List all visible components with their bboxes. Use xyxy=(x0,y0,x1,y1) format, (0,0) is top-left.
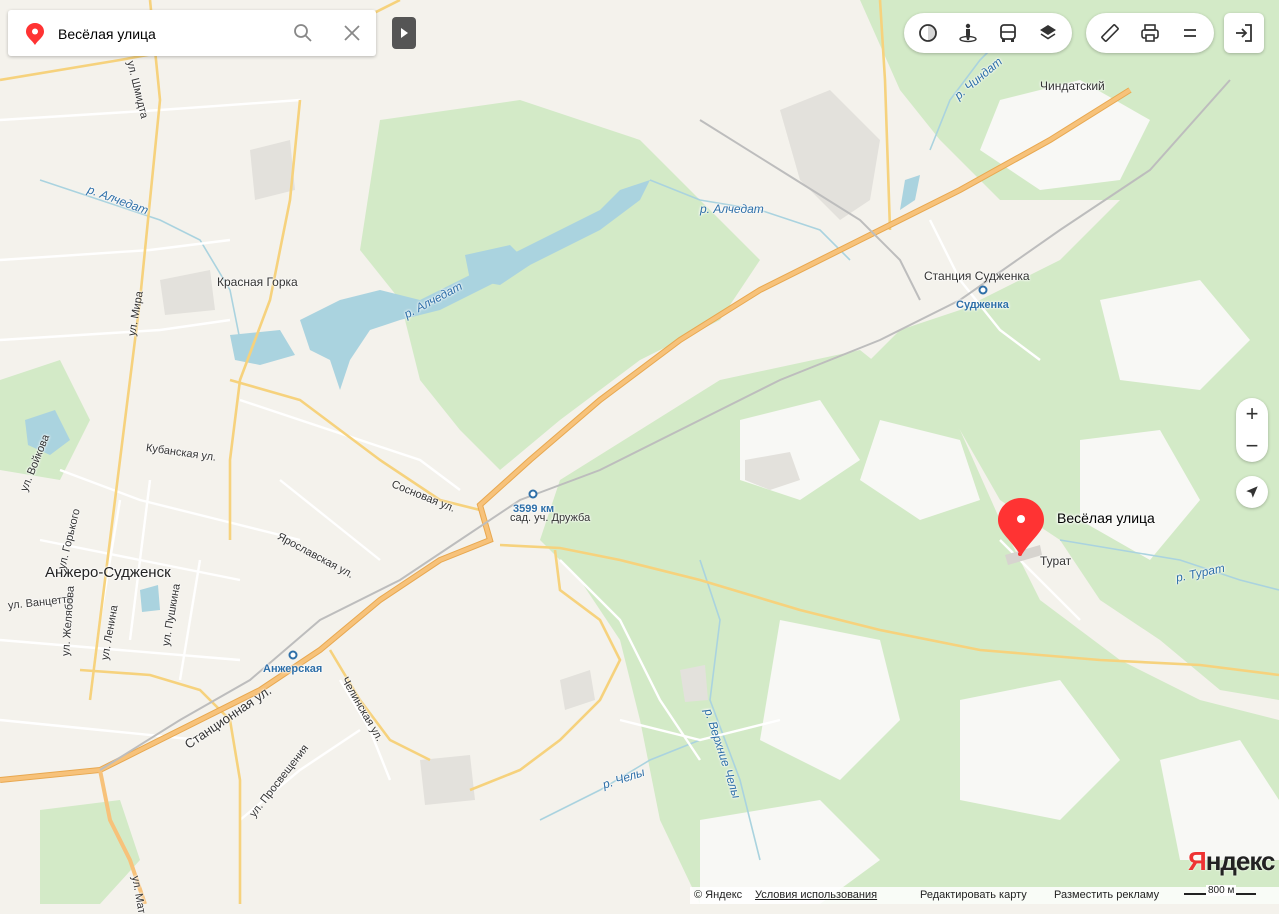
label-druzhba: сад. уч. Дружба xyxy=(510,512,591,524)
yandex-logo[interactable]: Яндекс xyxy=(1188,846,1275,877)
panorama-icon xyxy=(959,23,977,43)
panorama-button[interactable] xyxy=(948,13,988,53)
sidebar-toggle-button[interactable] xyxy=(392,17,416,49)
logo-letter: Я xyxy=(1188,846,1207,876)
search-input[interactable] xyxy=(56,20,280,48)
transport-button[interactable] xyxy=(988,13,1028,53)
ruler-icon xyxy=(1101,24,1119,42)
label-river-alchedat-north: р. Алчедат xyxy=(700,202,764,216)
geolocation-button[interactable] xyxy=(1236,476,1268,508)
marker-label[interactable]: Весёлая улица xyxy=(1057,510,1155,526)
menu-icon xyxy=(1184,29,1196,37)
edit-map-link[interactable]: Редактировать карту xyxy=(920,889,1027,901)
label-krasnaya-gorka: Красная Горка xyxy=(217,275,298,289)
location-arrow-icon xyxy=(1246,486,1258,498)
search-icon[interactable] xyxy=(292,22,314,44)
ruler-button[interactable] xyxy=(1090,13,1130,53)
search-box xyxy=(8,10,376,56)
map-pin-icon xyxy=(26,23,44,45)
zoom-in-button[interactable]: + xyxy=(1236,398,1268,430)
traffic-icon xyxy=(919,24,937,42)
scale-label: 800 м xyxy=(1206,885,1237,896)
zoom-control: + − xyxy=(1236,398,1268,462)
logo-text: ндекс xyxy=(1205,846,1276,876)
label-station-anzherskaya: Анжерская xyxy=(263,663,323,675)
copyright-text: © Яндекс xyxy=(694,889,743,901)
login-button[interactable] xyxy=(1224,13,1264,53)
terms-link[interactable]: Условия использования xyxy=(755,889,877,901)
map-layers-toolbar xyxy=(904,13,1072,53)
print-icon xyxy=(1141,24,1159,42)
label-stantsiya-sudzhenka: Станция Судженка xyxy=(924,269,1030,283)
place-marker[interactable] xyxy=(996,496,1046,558)
traffic-button[interactable] xyxy=(908,13,948,53)
close-icon[interactable] xyxy=(341,22,363,44)
ads-link[interactable]: Разместить рекламу xyxy=(1054,889,1159,901)
layers-button[interactable] xyxy=(1028,13,1068,53)
print-button[interactable] xyxy=(1130,13,1170,53)
zoom-out-button[interactable]: − xyxy=(1236,430,1268,462)
login-icon xyxy=(1236,24,1252,42)
label-station-sudzhenka: Судженка xyxy=(956,299,1009,311)
map-tools-toolbar xyxy=(1086,13,1214,53)
scale-bar: 800 м xyxy=(1184,885,1256,899)
label-chindatsky: Чиндатский xyxy=(1040,79,1105,93)
menu-button[interactable] xyxy=(1170,13,1210,53)
layers-icon xyxy=(1040,25,1056,40)
transport-icon xyxy=(1000,24,1016,42)
